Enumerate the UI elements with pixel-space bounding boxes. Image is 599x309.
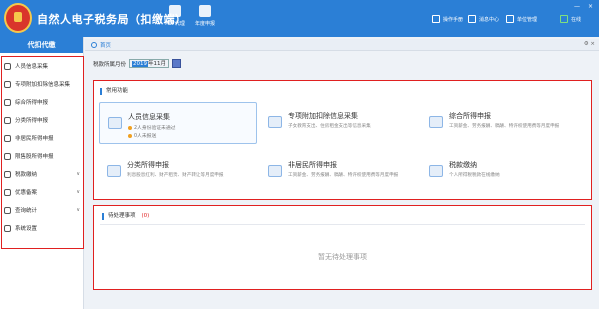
tax-period-selector: 税款所属月份 2019年11月 (93, 59, 182, 68)
document-icon (199, 5, 211, 17)
online-status[interactable]: 在线 (560, 15, 581, 23)
divider (100, 224, 585, 225)
card-personnel-info[interactable]: 人员信息采集 2人身份验证未通过 0人未报送 (99, 102, 257, 144)
pending-items-panel: 待处理事项 (0) 暂无待处理事项 (93, 205, 592, 290)
tax-period-input[interactable]: 2019年11月 (129, 59, 170, 68)
id-card-icon (268, 116, 282, 128)
search-icon (4, 206, 11, 214)
sidebar-item-tax-payment[interactable]: 税款缴纳 ∨ (4, 168, 80, 180)
message-icon (468, 15, 476, 23)
edit-icon (268, 165, 282, 177)
sidebar-item-restricted-shares[interactable]: 限售股所得申报 (4, 150, 80, 162)
calculator-icon (429, 116, 443, 128)
list-icon (4, 80, 11, 88)
coin-icon (4, 170, 11, 178)
company-management-link[interactable]: 单位管理 (506, 15, 537, 23)
pdf-agent-button[interactable]: PDF代理 (158, 5, 192, 35)
sidebar-header: 代扣代缴 (0, 37, 83, 53)
gear-icon (4, 224, 11, 232)
empty-message: 暂无待处理事项 (318, 253, 367, 261)
title-bar: 自然人电子税务局（扣缴端） PDF代理 年度申报 操作手册 消息中心 单位管理 … (0, 0, 599, 37)
tax-emblem-logo (4, 3, 32, 33)
minimize-button[interactable]: — (574, 3, 580, 10)
sidebar-item-comprehensive-income[interactable]: 综合所得申报 (4, 96, 80, 108)
tab-menu-icon[interactable]: ⚙ × (584, 41, 595, 47)
sidebar-item-nonresident-income[interactable]: 非居民所得申报 (4, 132, 80, 144)
message-center-link[interactable]: 消息中心 (468, 15, 499, 23)
online-icon (560, 15, 568, 23)
pending-items-title: 待处理事项 (0) (102, 213, 149, 220)
edit-icon (107, 165, 121, 177)
pending-count: (0) (141, 213, 150, 219)
sidebar-item-query-statistics[interactable]: 查询统计 ∨ (4, 204, 80, 216)
close-button[interactable]: × (588, 3, 593, 10)
payment-icon (429, 165, 443, 177)
tab-bar: 首页 ⚙ × (85, 39, 599, 51)
card-nonresident-income[interactable]: 非居民所得申报 工资薪金、劳务报酬、稿酬、特许权使用费等月度申报 (260, 151, 418, 193)
chart-icon (4, 152, 11, 160)
card-comprehensive-income[interactable]: 综合所得申报 工资薪金、劳务报酬、稿酬、特许权使用费等月度申报 (421, 102, 579, 144)
card-classified-income[interactable]: 分类所得申报 利息股息红利、财产租赁、财产转让等月度申报 (99, 151, 257, 193)
home-icon (91, 42, 97, 48)
sidebar-item-preferential-filing[interactable]: 优惠备案 ∨ (4, 186, 80, 198)
id-card-icon (108, 117, 122, 129)
chevron-down-icon: ∨ (76, 171, 80, 177)
tab-home[interactable]: 首页 (91, 40, 111, 50)
clock-icon (4, 116, 11, 124)
unverified-count[interactable]: 2人身份验证未通过 (128, 124, 175, 131)
annual-declaration-button[interactable]: 年度申报 (188, 5, 222, 35)
sidebar-item-classified-income[interactable]: 分类所得申报 (4, 114, 80, 126)
company-icon (506, 15, 514, 23)
sidebar-item-special-deduction[interactable]: 专项附加扣除信息采集 (4, 78, 80, 90)
manual-icon (432, 15, 440, 23)
sidebar: 代扣代缴 人员信息采集 专项附加扣除信息采集 综合所得申报 分类所得申报 非居民… (0, 37, 84, 309)
chevron-down-icon: ∨ (76, 189, 80, 195)
unsubmitted-count[interactable]: 0人未报送 (128, 132, 156, 139)
chevron-down-icon: ∨ (76, 207, 80, 213)
user-icon (4, 134, 11, 142)
sidebar-item-system-settings[interactable]: 系统设置 (4, 222, 80, 234)
card-tax-payment[interactable]: 税款缴纳 个人所得税税款在线缴纳 (421, 151, 579, 193)
sidebar-item-personnel-info[interactable]: 人员信息采集 (4, 60, 80, 72)
tax-period-label: 税款所属月份 (93, 61, 127, 68)
common-functions-panel: 常用功能 人员信息采集 2人身份验证未通过 0人未报送 专项附加扣除信息采集 子… (93, 80, 592, 200)
card-special-deduction[interactable]: 专项附加扣除信息采集 子女教育支出、住房租金支出等信息采集 (260, 102, 418, 144)
stack-icon (4, 98, 11, 106)
common-functions-title: 常用功能 (100, 88, 128, 95)
person-icon (4, 62, 11, 70)
calendar-icon[interactable] (172, 59, 182, 68)
manual-link[interactable]: 操作手册 (432, 15, 463, 23)
pdf-icon (169, 5, 181, 17)
doc-icon (4, 188, 11, 196)
